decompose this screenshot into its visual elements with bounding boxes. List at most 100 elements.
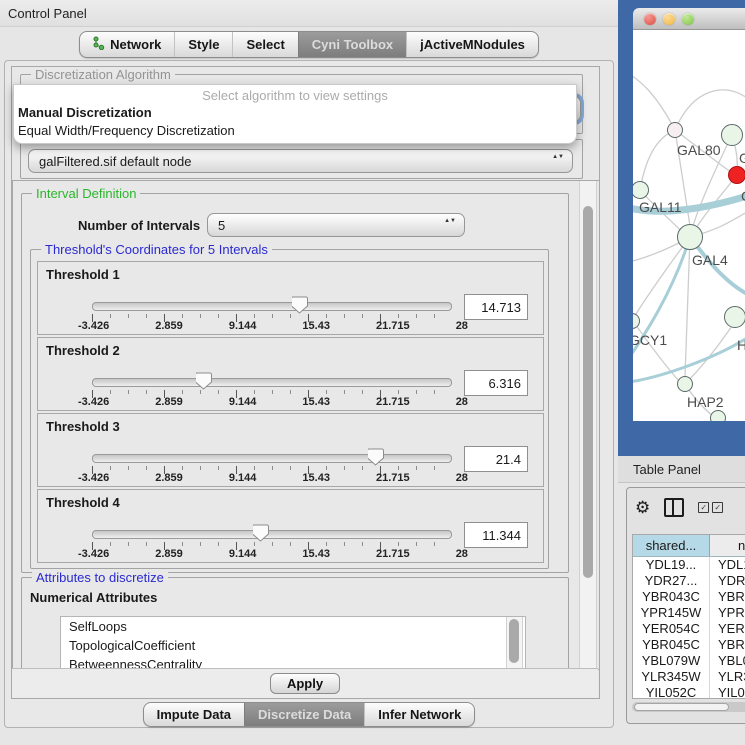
cell-name[interactable]: YIL0 xyxy=(710,685,745,699)
attribute-item[interactable]: TopologicalCoefficient xyxy=(61,636,525,655)
tick-label: -3.426 xyxy=(78,472,109,484)
threshold-2-value-field[interactable]: 6.316 xyxy=(464,370,528,396)
table-row[interactable]: YLR345WYLR3 xyxy=(633,669,745,685)
popup-option-manual[interactable]: Manual Discretization xyxy=(14,104,576,122)
table-row[interactable]: YBL079WYBL0 xyxy=(633,653,745,669)
cell-name[interactable]: YDR2 xyxy=(710,573,745,589)
network-node-red[interactable] xyxy=(728,166,745,184)
gear-icon[interactable]: ⚙ xyxy=(635,500,650,516)
tick-label: 2.859 xyxy=(155,320,183,332)
scrollbar-thumb[interactable] xyxy=(509,619,519,663)
tick-label: -3.426 xyxy=(78,320,109,332)
tab-label: Cyni Toolbox xyxy=(312,37,393,52)
tick-label: -3.426 xyxy=(78,396,109,408)
tab-network[interactable]: Network xyxy=(80,32,174,57)
cell-shared-name[interactable]: YIL052C xyxy=(633,685,710,699)
popup-option-equal-width[interactable]: Equal Width/Frequency Discretization xyxy=(14,122,576,140)
table-row[interactable]: YBR043CYBR0 xyxy=(633,589,745,605)
slider-track[interactable] xyxy=(92,530,452,539)
cell-name[interactable]: YER0 xyxy=(710,621,745,637)
cell-shared-name[interactable]: YBR045C xyxy=(633,637,710,653)
apply-button[interactable]: Apply xyxy=(270,673,340,694)
tab-infer-network[interactable]: Infer Network xyxy=(364,703,474,726)
tick-label-row: -3.4262.8599.14415.4321.71528 xyxy=(78,396,468,408)
tick-label: -3.426 xyxy=(78,548,109,560)
minimize-traffic-icon[interactable] xyxy=(663,13,675,25)
tick-label: 2.859 xyxy=(155,396,183,408)
control-panel-titlebar: Control Panel xyxy=(0,0,618,27)
slider-track[interactable] xyxy=(92,378,452,387)
network-node-hap2[interactable] xyxy=(677,376,693,392)
node-table: shared... n YDL19...YDL1YDR27...YDR2YBR0… xyxy=(632,534,745,699)
table-row[interactable]: YER054CYER0 xyxy=(633,621,745,637)
tab-jactivemnodules[interactable]: jActiveMNodules xyxy=(406,32,538,57)
node-label-partial-g: G xyxy=(739,150,745,166)
threshold-4-value-field[interactable]: 11.344 xyxy=(464,522,528,548)
cell-shared-name[interactable]: YDR27... xyxy=(633,573,710,589)
network-canvas[interactable]: GAL80 G C GAL11 GAL4 GCY1 H HAP2 xyxy=(633,30,745,421)
tick-label: 28 xyxy=(456,396,468,408)
table-header-row: shared... n xyxy=(633,535,745,557)
slider-track[interactable] xyxy=(92,302,452,311)
num-intervals-label: Number of Intervals xyxy=(78,218,200,233)
column-header-shared[interactable]: shared... xyxy=(633,535,710,556)
zoom-traffic-icon[interactable] xyxy=(682,13,694,25)
columns-icon[interactable] xyxy=(664,498,684,517)
cell-name[interactable]: YLR3 xyxy=(710,669,745,685)
scrollbar-thumb[interactable] xyxy=(583,206,593,578)
threshold-3-value-field[interactable]: 21.4 xyxy=(464,446,528,472)
cell-shared-name[interactable]: YER054C xyxy=(633,621,710,637)
threshold-1-panel: Threshold 1 -3.4262.8599.14415.4321.7152… xyxy=(37,261,544,335)
tab-select[interactable]: Select xyxy=(232,32,297,57)
column-header-name[interactable]: n xyxy=(710,535,745,556)
table-hscrollbar[interactable] xyxy=(632,702,745,712)
tab-impute-data[interactable]: Impute Data xyxy=(144,703,244,726)
bottom-tab-strip: Impute Data Discretize Data Infer Networ… xyxy=(143,702,476,727)
cell-name[interactable]: YBR0 xyxy=(710,637,745,653)
tab-cyni-toolbox[interactable]: Cyni Toolbox xyxy=(298,32,406,57)
cell-shared-name[interactable]: YLR345W xyxy=(633,669,710,685)
num-intervals-combobox[interactable]: 5 ▲▼ xyxy=(207,213,465,237)
table-data-combobox[interactable]: galFiltered.sif default node ▲▼ xyxy=(28,149,573,173)
tick-label: 9.144 xyxy=(229,548,257,560)
cell-shared-name[interactable]: YDL19... xyxy=(633,557,710,573)
threshold-1-value-field[interactable]: 14.713 xyxy=(464,294,528,320)
settings-scrollbar[interactable] xyxy=(579,181,597,669)
attributes-list-scrollbar[interactable] xyxy=(506,617,523,670)
network-node-bottom[interactable] xyxy=(710,410,726,421)
attributes-list[interactable]: SelfLoopsTopologicalCoefficientBetweenne… xyxy=(60,616,526,670)
table-row[interactable]: YPR145WYPR1 xyxy=(633,605,745,621)
combo-arrows-icon: ▲▼ xyxy=(552,154,564,161)
table-row[interactable]: YDR27...YDR2 xyxy=(633,573,745,589)
network-node-h[interactable] xyxy=(724,306,745,328)
table-row[interactable]: YBR045CYBR0 xyxy=(633,637,745,653)
cell-name[interactable]: YBL0 xyxy=(710,653,745,669)
cell-shared-name[interactable]: YBL079W xyxy=(633,653,710,669)
tick-label: 28 xyxy=(456,548,468,560)
network-window-titlebar xyxy=(633,8,745,30)
checkbox-icon[interactable]: ✓ xyxy=(712,502,723,513)
table-panel-box: ⚙ ✓ ✓ shared... n YDL19...YDL1YDR27...YD… xyxy=(626,487,745,724)
checkbox-icon[interactable]: ✓ xyxy=(698,502,709,513)
table-row[interactable]: YDL19...YDL1 xyxy=(633,557,745,573)
table-row[interactable]: YIL052CYIL0 xyxy=(633,685,745,699)
node-label-partial-h: H xyxy=(737,337,745,353)
close-traffic-icon[interactable] xyxy=(644,13,656,25)
tick-label: 21.715 xyxy=(376,320,410,332)
tab-discretize-data[interactable]: Discretize Data xyxy=(244,703,364,726)
scrollbar-thumb[interactable] xyxy=(634,703,729,711)
attribute-item[interactable]: SelfLoops xyxy=(61,617,525,636)
tab-style[interactable]: Style xyxy=(174,32,232,57)
cell-name[interactable]: YDL1 xyxy=(710,557,745,573)
cell-shared-name[interactable]: YBR043C xyxy=(633,589,710,605)
cell-shared-name[interactable]: YPR145W xyxy=(633,605,710,621)
slider-track[interactable] xyxy=(92,454,452,463)
network-node-gal4[interactable] xyxy=(677,224,703,250)
network-node-gal80[interactable] xyxy=(667,122,683,138)
table-data-value: galFiltered.sif default node xyxy=(39,154,191,169)
cell-name[interactable]: YBR0 xyxy=(710,589,745,605)
threshold-4-panel: Threshold 4 -3.4262.8599.14415.4321.7152… xyxy=(37,489,544,563)
tab-strip: Network Style Select Cyni Toolbox jActiv… xyxy=(79,31,539,58)
cell-name[interactable]: YPR1 xyxy=(710,605,745,621)
network-node-topright[interactable] xyxy=(721,124,743,146)
